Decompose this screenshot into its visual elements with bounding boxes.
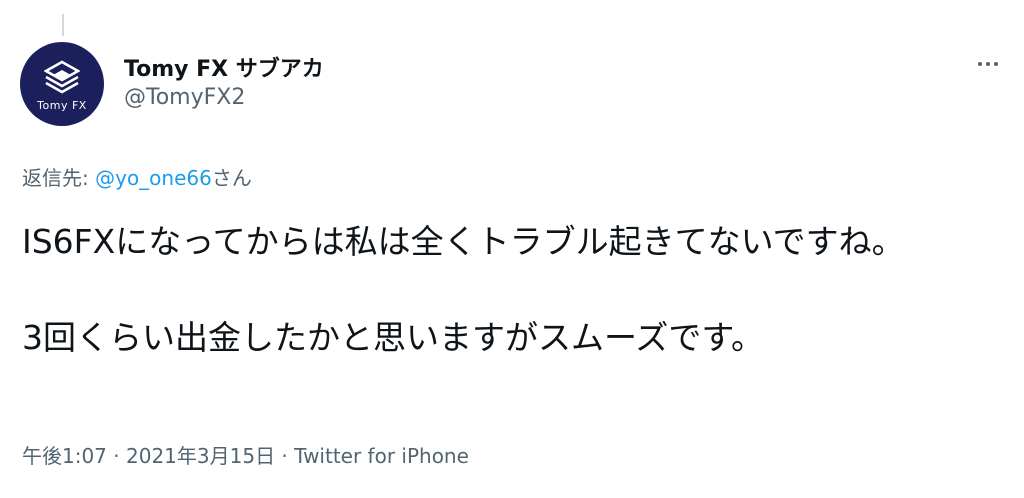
more-dot [994, 62, 998, 66]
tweet-paragraph-1: IS6FXになってからは私は全くトラブル起きてないですね。 [22, 222, 905, 261]
reply-suffix: さん [211, 166, 252, 190]
more-options-button[interactable] [968, 50, 1008, 78]
tweet-source-link[interactable]: Twitter for iPhone [294, 444, 469, 468]
meta-separator: · [106, 444, 126, 468]
tweet-text: IS6FXになってからは私は全くトラブル起きてないですね。 3回くらい出金したか… [22, 218, 997, 362]
tomyfx-logo-icon [44, 60, 80, 94]
author-handle[interactable]: @TomyFX2 [124, 85, 245, 110]
reply-prefix: 返信先: [22, 166, 96, 190]
avatar[interactable]: Tomy FX [20, 42, 104, 126]
reply-to-line: 返信先: @yo_one66さん [22, 162, 252, 191]
thread-connector-line [62, 14, 64, 36]
more-dot [986, 62, 990, 66]
avatar-logo-text: Tomy FX [37, 99, 87, 112]
meta-separator: · [275, 444, 295, 468]
reply-mention-link[interactable]: @yo_one66 [95, 166, 212, 190]
tweet-paragraph-2: 3回くらい出金したかと思いますがスムーズです。 [22, 318, 765, 357]
author-display-name[interactable]: Tomy FX サブアカ [124, 51, 324, 83]
tweet-time-link[interactable]: 午後1:07 [22, 444, 107, 468]
more-dots-icon [978, 62, 982, 66]
tweet-metadata: 午後1:07 · 2021年3月15日 · Twitter for iPhone [22, 440, 469, 469]
tweet-date-link[interactable]: 2021年3月15日 [126, 444, 275, 468]
